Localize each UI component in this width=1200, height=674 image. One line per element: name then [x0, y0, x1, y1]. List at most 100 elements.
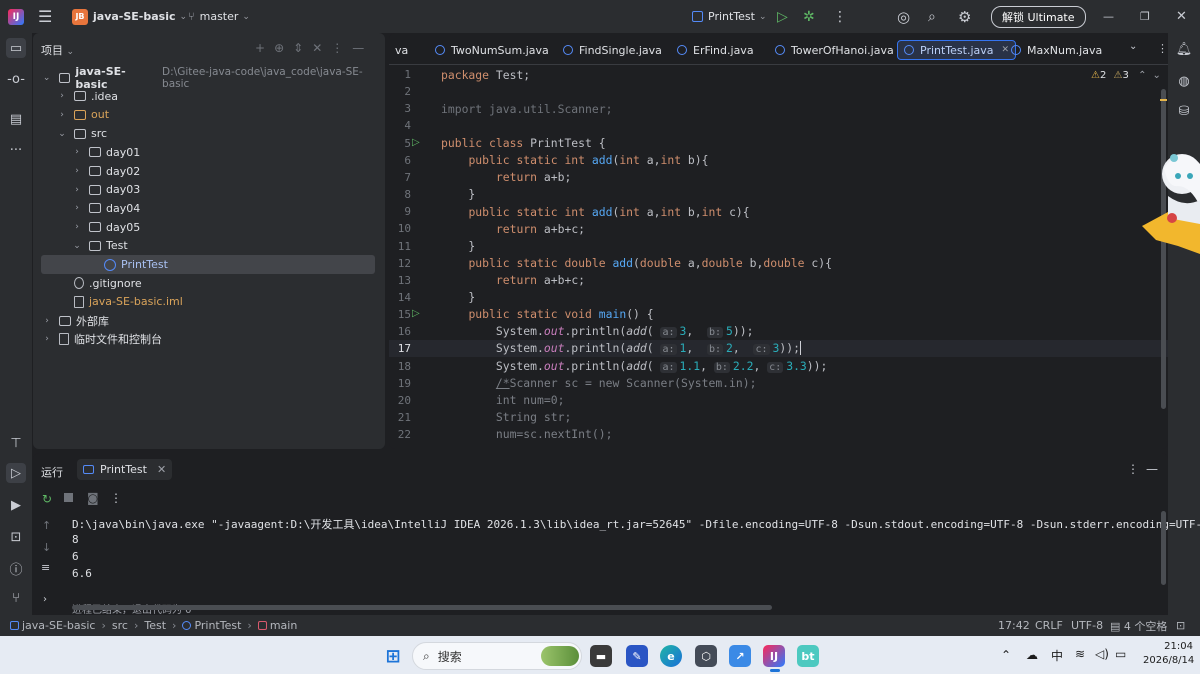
rerun-icon[interactable]: ↻ [42, 492, 52, 506]
close-tab-icon[interactable]: ✕ [157, 463, 166, 476]
tree-node[interactable]: ⌄ java-SE-basic D:\Gitee-java-code\java_co… [33, 65, 385, 91]
tree-node[interactable]: .gitignore [33, 274, 385, 293]
ime-indicator[interactable]: 中 [1051, 647, 1063, 664]
editor-tab[interactable]: FindSingle.java [557, 40, 668, 60]
run-options-icon[interactable]: ⋮ [1127, 462, 1139, 476]
options-icon[interactable]: ⋮ [331, 41, 352, 55]
project-folder-icon[interactable]: ▭ [6, 38, 26, 58]
battery-icon[interactable]: ▭ [1115, 647, 1126, 661]
git-icon[interactable]: ⑂ [6, 588, 26, 608]
hide-panel-icon[interactable]: — [1146, 462, 1158, 476]
chevron-down-icon[interactable]: ⌄ [71, 241, 83, 251]
tray-chevron-icon[interactable]: ⌃ [1001, 648, 1011, 662]
tree-node[interactable]: › day01 [33, 143, 385, 162]
minimize-icon[interactable]: — [1103, 0, 1114, 33]
next-highlight-icon[interactable]: ⌄ [1152, 70, 1160, 81]
tree-node[interactable]: ⌄ src [33, 124, 385, 143]
chevron-right-icon[interactable]: › [41, 334, 53, 344]
lock-icon[interactable]: ⊡ [1176, 619, 1185, 632]
tree-node[interactable]: java-SE-basic.iml [33, 292, 385, 311]
locate-icon[interactable]: ⊕ [274, 41, 293, 55]
run-config-selector[interactable]: PrintTest ⌄ [692, 0, 767, 33]
debug-icon[interactable]: ✲ [803, 0, 815, 33]
prev-highlight-icon[interactable]: ⌃ [1138, 70, 1146, 81]
breadcrumb-item[interactable]: src [112, 619, 128, 632]
collapse-icon[interactable]: ✕ [312, 41, 331, 55]
project-panel-title[interactable]: 项目 ⌄ [41, 42, 74, 58]
tree-node[interactable]: PrintTest [41, 255, 375, 274]
editor-tab[interactable]: ErFind.java [671, 40, 760, 60]
run-main-gutter-icon[interactable]: ▷ [412, 308, 420, 319]
breadcrumb-item[interactable]: java-SE-basic [22, 619, 95, 632]
indent-setting[interactable]: ▤ 4 个空格 [1110, 618, 1167, 634]
structure-icon[interactable]: ▤ [6, 109, 26, 129]
console-v-scrollbar[interactable] [1161, 511, 1166, 585]
restore-icon[interactable]: ❐ [1140, 0, 1150, 33]
wifi-icon[interactable]: ≋ [1075, 647, 1085, 661]
more-run-actions-icon[interactable]: ⋮ [110, 491, 122, 505]
console-h-scrollbar[interactable] [72, 605, 772, 610]
app-teal-icon[interactable]: bt [797, 645, 819, 667]
warning-marker[interactable] [1160, 99, 1167, 101]
inspection-widget[interactable]: ⚠2 ⚠3 ⌃ ⌄ [1091, 70, 1161, 81]
chevron-right-icon[interactable]: › [56, 110, 68, 120]
caret-position[interactable]: 17:42 [998, 619, 1030, 632]
run-tool-icon[interactable]: ▷ [6, 463, 26, 483]
expand-output-icon[interactable]: › [43, 594, 47, 605]
terminal-icon[interactable]: ⊡ [6, 527, 26, 547]
services-icon[interactable]: ▶ [6, 495, 26, 515]
file-explorer-icon[interactable]: ▬ [590, 645, 612, 667]
soft-wrap-icon[interactable]: ≡ [41, 561, 50, 574]
chevron-right-icon[interactable]: › [56, 91, 68, 101]
clock[interactable]: 21:04 2026/8/14 [1143, 640, 1194, 668]
ai-assistant-icon[interactable]: ◎ [897, 0, 910, 33]
chevron-right-icon[interactable]: › [41, 316, 53, 326]
tab-options-icon[interactable]: ⋮ [1157, 42, 1168, 55]
intellij-taskbar-icon[interactable]: IJ [763, 645, 785, 667]
editor-tab[interactable]: PrintTest.java ✕ [897, 40, 1017, 60]
breadcrumb-item[interactable]: Test [144, 619, 166, 632]
app-blue-icon[interactable]: ↗ [729, 645, 751, 667]
tray-cloud-icon[interactable]: ☁ [1026, 648, 1038, 662]
tree-node[interactable]: › out [33, 105, 385, 124]
tree-node[interactable]: › day04 [33, 199, 385, 218]
add-icon[interactable]: + [255, 41, 274, 55]
chevron-right-icon[interactable]: › [71, 147, 83, 157]
main-menu-icon[interactable]: ☰ [38, 0, 52, 33]
edge-browser-icon[interactable]: e [660, 645, 682, 667]
app-cube-icon[interactable]: ⬡ [695, 645, 717, 667]
unlock-ultimate-button[interactable]: 解锁 Ultimate [991, 5, 1086, 28]
file-encoding[interactable]: UTF-8 [1071, 619, 1103, 632]
close-icon[interactable]: ✕ [1176, 0, 1187, 33]
tab-list-chevron-icon[interactable]: ⌄ [1129, 41, 1137, 52]
editor-tab[interactable]: va [389, 40, 414, 60]
problems-icon[interactable]: ⓘ [6, 558, 26, 578]
chevron-down-icon[interactable]: ⌄ [56, 129, 68, 139]
branch-switcher[interactable]: ⑂ master ⌄ [188, 0, 250, 33]
tree-node[interactable]: › 外部库 [33, 311, 385, 330]
tree-node[interactable]: ⌄ Test [33, 236, 385, 255]
chevron-right-icon[interactable]: › [71, 222, 83, 232]
tree-node[interactable]: › day02 [33, 162, 385, 181]
chevron-right-icon[interactable]: › [71, 185, 83, 195]
chevron-right-icon[interactable]: › [71, 166, 83, 176]
line-separator[interactable]: CRLF [1035, 619, 1063, 632]
breadcrumb-item[interactable]: main [270, 619, 297, 632]
editor-tab[interactable]: TwoNumSum.java [429, 40, 555, 60]
run-class-gutter-icon[interactable]: ▷ [412, 137, 420, 148]
chevron-right-icon[interactable]: › [71, 203, 83, 213]
project-switcher[interactable]: JB java-SE-basic ⌄ [72, 0, 187, 33]
scroll-up-icon[interactable]: ↑ [42, 519, 51, 532]
hide-icon[interactable]: — [352, 41, 373, 55]
editor-app-icon[interactable]: ✎ [626, 645, 648, 667]
search-icon[interactable]: ⌕ [928, 0, 936, 33]
settings-gear-icon[interactable]: ⚙ [958, 0, 971, 33]
tree-node[interactable]: › .idea [33, 87, 385, 106]
editor-tab[interactable]: TowerOfHanoi.java [769, 40, 900, 60]
editor-tab[interactable]: MaxNum.java [1005, 40, 1108, 60]
ai-chat-icon[interactable]: ◍ [1174, 71, 1194, 91]
breadcrumb-item[interactable]: PrintTest [194, 619, 241, 632]
scroll-down-icon[interactable]: ↓ [42, 541, 51, 554]
database-icon[interactable]: ⛁ [1174, 101, 1194, 121]
notifications-bell-icon[interactable]: 🔔︎ [1174, 39, 1194, 59]
